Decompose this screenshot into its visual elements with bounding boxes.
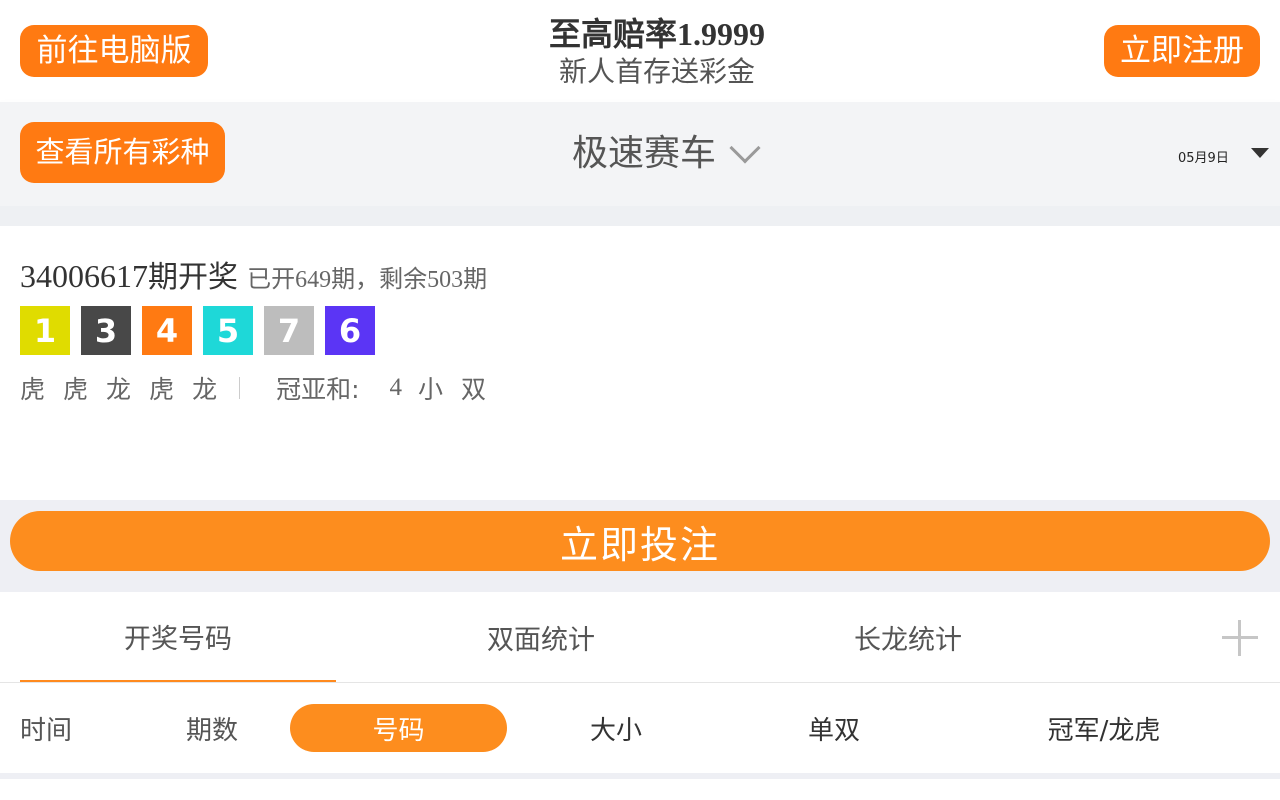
plus-icon[interactable] [1222, 620, 1258, 656]
game-selector[interactable]: 极速赛车 [572, 130, 761, 178]
result-attributes: 虎 虎 龙 虎 龙 冠亚和: 4 小 双 [20, 370, 504, 406]
tab-streak-stats[interactable]: 长龙统计 [748, 592, 1068, 682]
issue-suffix: 期开奖 [148, 260, 238, 295]
result-ball: 4 [142, 306, 192, 355]
list-start [0, 779, 1280, 800]
filter-size-button[interactable]: 大小 [560, 683, 672, 773]
issue-stats: 已开649期，剩余503期 [247, 267, 488, 293]
sum-value: 4 [389, 374, 403, 401]
dragon-tiger-result: 虎 [63, 375, 89, 404]
pc-version-button[interactable]: 前往电脑版 [20, 25, 208, 77]
sum-size: 小 [418, 375, 444, 404]
dragon-tiger-result: 虎 [20, 375, 46, 404]
bet-now-button[interactable]: 立即投注 [10, 511, 1270, 571]
dragon-tiger-result: 虎 [149, 375, 175, 404]
section-divider [0, 206, 1280, 226]
filter-time: 时间 [20, 715, 73, 746]
result-ball: 3 [81, 306, 131, 355]
promo-title: 至高赔率1.9999 [548, 16, 765, 52]
game-name: 极速赛车 [572, 133, 717, 174]
register-button[interactable]: 立即注册 [1104, 25, 1260, 77]
date-selector[interactable]: 05月9日 [1178, 147, 1229, 166]
issue-number: 34006617 [20, 258, 148, 294]
issue-line: 34006617期开奖 已开649期，剩余503期 [20, 252, 487, 296]
draw-result-panel: 34006617期开奖 已开649期，剩余503期 1 3 4 5 7 6 虎 … [0, 226, 1280, 500]
result-ball: 5 [203, 306, 253, 355]
sum-parity: 双 [461, 375, 487, 404]
promo-banner: 至高赔率1.9999 新人首存送彩金 [440, 14, 874, 90]
divider [239, 377, 241, 399]
bottom-divider [0, 773, 1280, 800]
caret-down-icon[interactable] [1251, 148, 1269, 158]
stats-tabs: 开奖号码 双面统计 长龙统计 [0, 592, 1280, 683]
game-selector-bar: 查看所有彩种 极速赛车 05月9日 [0, 102, 1280, 206]
filter-number-button[interactable]: 号码 [290, 704, 507, 752]
top-header: 前往电脑版 至高赔率1.9999 新人首存送彩金 立即注册 [0, 0, 1280, 102]
filter-odd-even-button[interactable]: 单双 [778, 683, 890, 773]
sum-label: 冠亚和: [276, 375, 360, 404]
dragon-tiger-result: 龙 [192, 375, 218, 404]
chevron-down-icon [729, 132, 761, 164]
filter-row: 时间 期数 号码 大小 单双 冠军/龙虎 [0, 683, 1280, 773]
promo-subtitle: 新人首存送彩金 [558, 55, 755, 88]
tab-draw-numbers[interactable]: 开奖号码 [20, 592, 336, 682]
result-balls: 1 3 4 5 7 6 [20, 306, 386, 355]
all-games-button[interactable]: 查看所有彩种 [20, 122, 225, 183]
filter-issue: 期数 [185, 715, 238, 746]
result-ball: 1 [20, 306, 70, 355]
tab-two-side-stats[interactable]: 双面统计 [380, 592, 702, 682]
result-ball: 7 [264, 306, 314, 355]
result-ball: 6 [325, 306, 375, 355]
dragon-tiger-result: 龙 [106, 375, 132, 404]
filter-champion-dragon-tiger-button[interactable]: 冠军/龙虎 [1024, 683, 1184, 773]
